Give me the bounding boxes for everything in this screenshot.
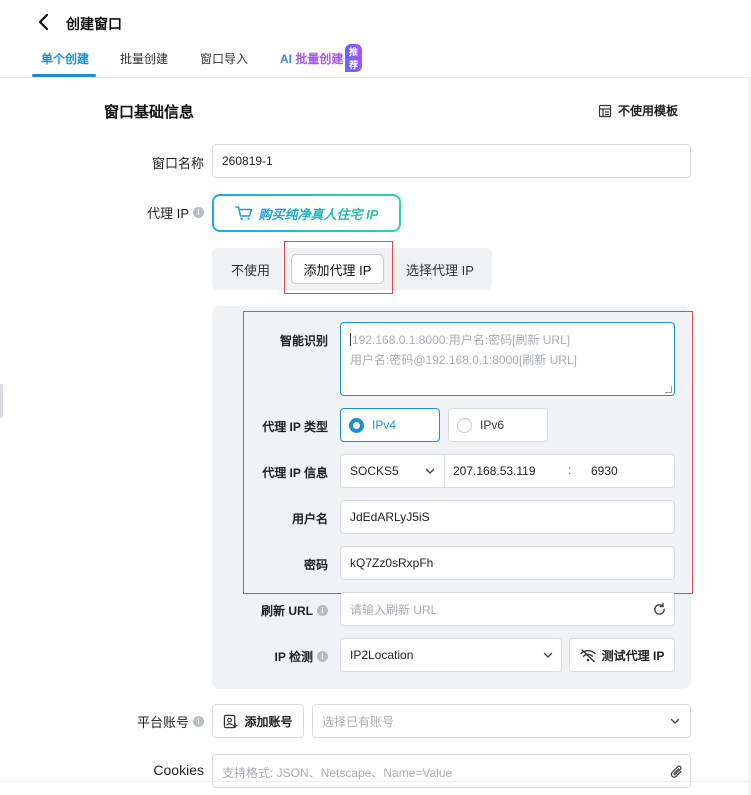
platform-account-label-text: 平台账号 <box>136 715 189 730</box>
wifi-icon <box>579 648 596 662</box>
cookies-label: Cookies <box>153 762 204 778</box>
top-bar: 创建窗口 单个创建 批量创建 窗口导入 AI 批量创建 推荐 <box>0 0 751 78</box>
resize-handle[interactable] <box>665 386 672 393</box>
test-proxy-button[interactable]: 测试代理 IP <box>569 638 675 672</box>
info-icon: i <box>317 651 328 662</box>
ai-prefix: AI <box>280 52 296 66</box>
ipv4-radio[interactable]: IPv4 <box>340 408 440 442</box>
window-name-input[interactable]: 260819-1 <box>212 144 691 178</box>
ipv6-label: IPv6 <box>480 418 505 432</box>
smart-placeholder-2: 用户名:密码@192.168.0.1:8000[刷新 URL] <box>350 353 577 367</box>
smart-placeholder-1: 192.168.0.1:8000:用户名:密码[刷新 URL] <box>352 333 571 347</box>
existing-account-select[interactable]: 选择已有账号 <box>312 704 691 738</box>
refresh-icon[interactable] <box>652 602 667 617</box>
proxy-mode-add-label: 添加代理 IP <box>303 262 372 278</box>
cookies-placeholder: 支持格式: JSON、Netscape、Name=Value <box>222 766 453 780</box>
username-value: JdEdARLyJ5iS <box>350 510 430 524</box>
add-account-label: 添加账号 <box>244 714 293 729</box>
ip-check-label-text: IP 检测 <box>274 650 313 664</box>
proxy-mode-select[interactable]: 选择代理 IP <box>406 248 474 290</box>
ipv6-radio[interactable]: IPv6 <box>448 408 548 442</box>
proxy-info-label: 代理 IP 信息 <box>262 466 328 480</box>
host-port-separator: : <box>568 463 572 477</box>
template-button[interactable]: 不使用模板 <box>598 102 678 119</box>
proxy-mode-none[interactable]: 不使用 <box>231 248 270 290</box>
proxy-ip-label-text: 代理 IP <box>147 206 189 221</box>
proxy-ip-label: 代理 IP i <box>120 203 204 222</box>
test-proxy-label: 测试代理 IP <box>601 648 665 663</box>
recommend-badge: 推荐 <box>345 44 363 72</box>
tab-ai-batch-create[interactable]: AI 批量创建 <box>280 50 343 67</box>
proxy-host-input[interactable]: 207.168.53.119 <box>453 464 536 478</box>
proxy-port-input[interactable]: 6930 <box>591 464 618 478</box>
cookies-input[interactable]: 支持格式: JSON、Netscape、Name=Value <box>212 754 691 788</box>
smart-detect-textarea[interactable]: 192.168.0.1:8000:用户名:密码[刷新 URL] 用户名:密码@1… <box>340 322 675 396</box>
proxy-type-label: 代理 IP 类型 <box>262 420 328 434</box>
ip-check-value: IP2Location <box>350 648 414 662</box>
page-title: 创建窗口 <box>66 16 122 32</box>
cart-icon <box>234 206 252 220</box>
platform-account-label: 平台账号 i <box>120 712 204 731</box>
add-account-button[interactable]: 添加账号 <box>212 704 304 738</box>
template-label: 不使用模板 <box>618 104 679 118</box>
window-name-value: 260819-1 <box>222 154 273 168</box>
ipv4-label: IPv4 <box>372 418 397 432</box>
window-name-label: 窗口名称 <box>151 156 204 171</box>
bottom-divider <box>0 781 751 782</box>
sidebar-collapse-handle[interactable] <box>0 384 3 418</box>
info-icon: i <box>317 605 328 616</box>
buy-residential-ip-button[interactable]: 购买纯净真人住宅 IP <box>212 194 401 232</box>
template-icon <box>598 104 612 117</box>
refresh-url-label-text: 刷新 URL <box>261 604 313 618</box>
refresh-url-input[interactable]: 请输入刷新 URL <box>340 592 675 626</box>
ip-check-label: IP 检测 i <box>250 648 328 665</box>
text-cursor <box>350 333 351 346</box>
back-arrow-icon[interactable] <box>34 12 54 32</box>
chevron-down-icon <box>543 652 553 658</box>
protocol-select[interactable]: SOCKS5 <box>341 455 445 487</box>
info-icon: i <box>193 716 204 727</box>
tab-window-import[interactable]: 窗口导入 <box>200 50 248 67</box>
proxy-mode-add[interactable]: 添加代理 IP <box>291 254 384 284</box>
add-account-icon <box>224 714 239 728</box>
username-input[interactable]: JdEdARLyJ5iS <box>340 500 675 534</box>
radio-checked-icon <box>349 417 364 433</box>
password-label: 密码 <box>303 558 328 572</box>
chevron-down-icon <box>425 468 435 474</box>
password-value: kQ7Zz0sRxpFh <box>350 556 434 570</box>
paperclip-icon[interactable] <box>670 764 684 780</box>
buy-residential-ip-label: 购买纯净真人住宅 IP <box>259 204 379 223</box>
refresh-url-placeholder: 请输入刷新 URL <box>350 602 438 617</box>
active-tab-indicator <box>32 74 96 77</box>
proxy-info-field: SOCKS5 207.168.53.119 : 6930 <box>340 454 675 488</box>
tab-batch-create[interactable]: 批量创建 <box>120 50 168 67</box>
existing-account-placeholder: 选择已有账号 <box>322 714 395 729</box>
smart-detect-label: 智能识别 <box>279 334 328 348</box>
password-input[interactable]: kQ7Zz0sRxpFh <box>340 546 675 580</box>
info-icon: i <box>193 207 204 218</box>
proxy-mode-selector: 不使用 添加代理 IP 选择代理 IP <box>212 248 492 290</box>
tab-single-create[interactable]: 单个创建 <box>41 50 89 67</box>
ip-check-select[interactable]: IP2Location <box>340 638 562 672</box>
chevron-down-icon <box>670 718 680 724</box>
protocol-value: SOCKS5 <box>350 464 399 478</box>
radio-unchecked-icon <box>457 417 472 433</box>
refresh-url-label: 刷新 URL i <box>250 602 328 619</box>
section-title: 窗口基础信息 <box>104 104 195 121</box>
ai-tab-label: 批量创建 <box>295 52 344 66</box>
username-label: 用户名 <box>291 512 328 526</box>
